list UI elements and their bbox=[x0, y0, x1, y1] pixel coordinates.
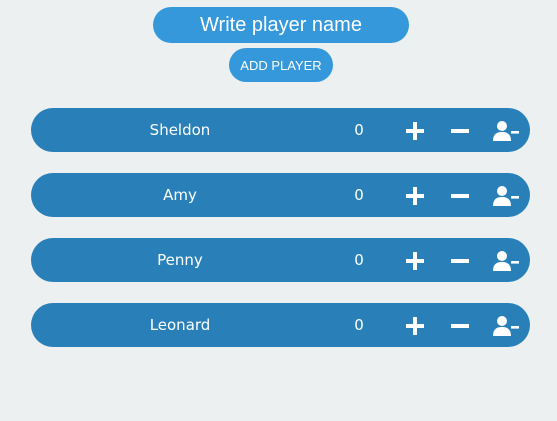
user-remove-icon[interactable] bbox=[493, 120, 519, 142]
plus-icon[interactable] bbox=[404, 250, 426, 272]
player-score: 0 bbox=[354, 316, 364, 334]
plus-icon[interactable] bbox=[404, 120, 426, 142]
player-row: Amy 0 bbox=[31, 173, 530, 217]
player-name: Penny bbox=[157, 251, 203, 269]
player-name: Sheldon bbox=[149, 121, 211, 139]
minus-icon[interactable] bbox=[449, 250, 471, 272]
player-row: Sheldon 0 bbox=[31, 108, 530, 152]
player-name-input[interactable] bbox=[153, 7, 409, 43]
player-row: Leonard 0 bbox=[31, 303, 530, 347]
minus-icon[interactable] bbox=[449, 185, 471, 207]
plus-icon[interactable] bbox=[404, 315, 426, 337]
plus-icon[interactable] bbox=[404, 185, 426, 207]
player-score: 0 bbox=[354, 186, 364, 204]
minus-icon[interactable] bbox=[449, 315, 471, 337]
user-remove-icon[interactable] bbox=[493, 185, 519, 207]
player-list: Sheldon 0 Amy 0 Penny 0 Leonard 0 bbox=[31, 108, 530, 368]
user-remove-icon[interactable] bbox=[493, 250, 519, 272]
player-name: Amy bbox=[163, 186, 197, 204]
player-score: 0 bbox=[354, 251, 364, 269]
user-remove-icon[interactable] bbox=[493, 315, 519, 337]
minus-icon[interactable] bbox=[449, 120, 471, 142]
player-row: Penny 0 bbox=[31, 238, 530, 282]
player-score: 0 bbox=[354, 121, 364, 139]
player-name: Leonard bbox=[149, 316, 211, 334]
add-player-button[interactable]: ADD PLAYER bbox=[229, 48, 333, 82]
